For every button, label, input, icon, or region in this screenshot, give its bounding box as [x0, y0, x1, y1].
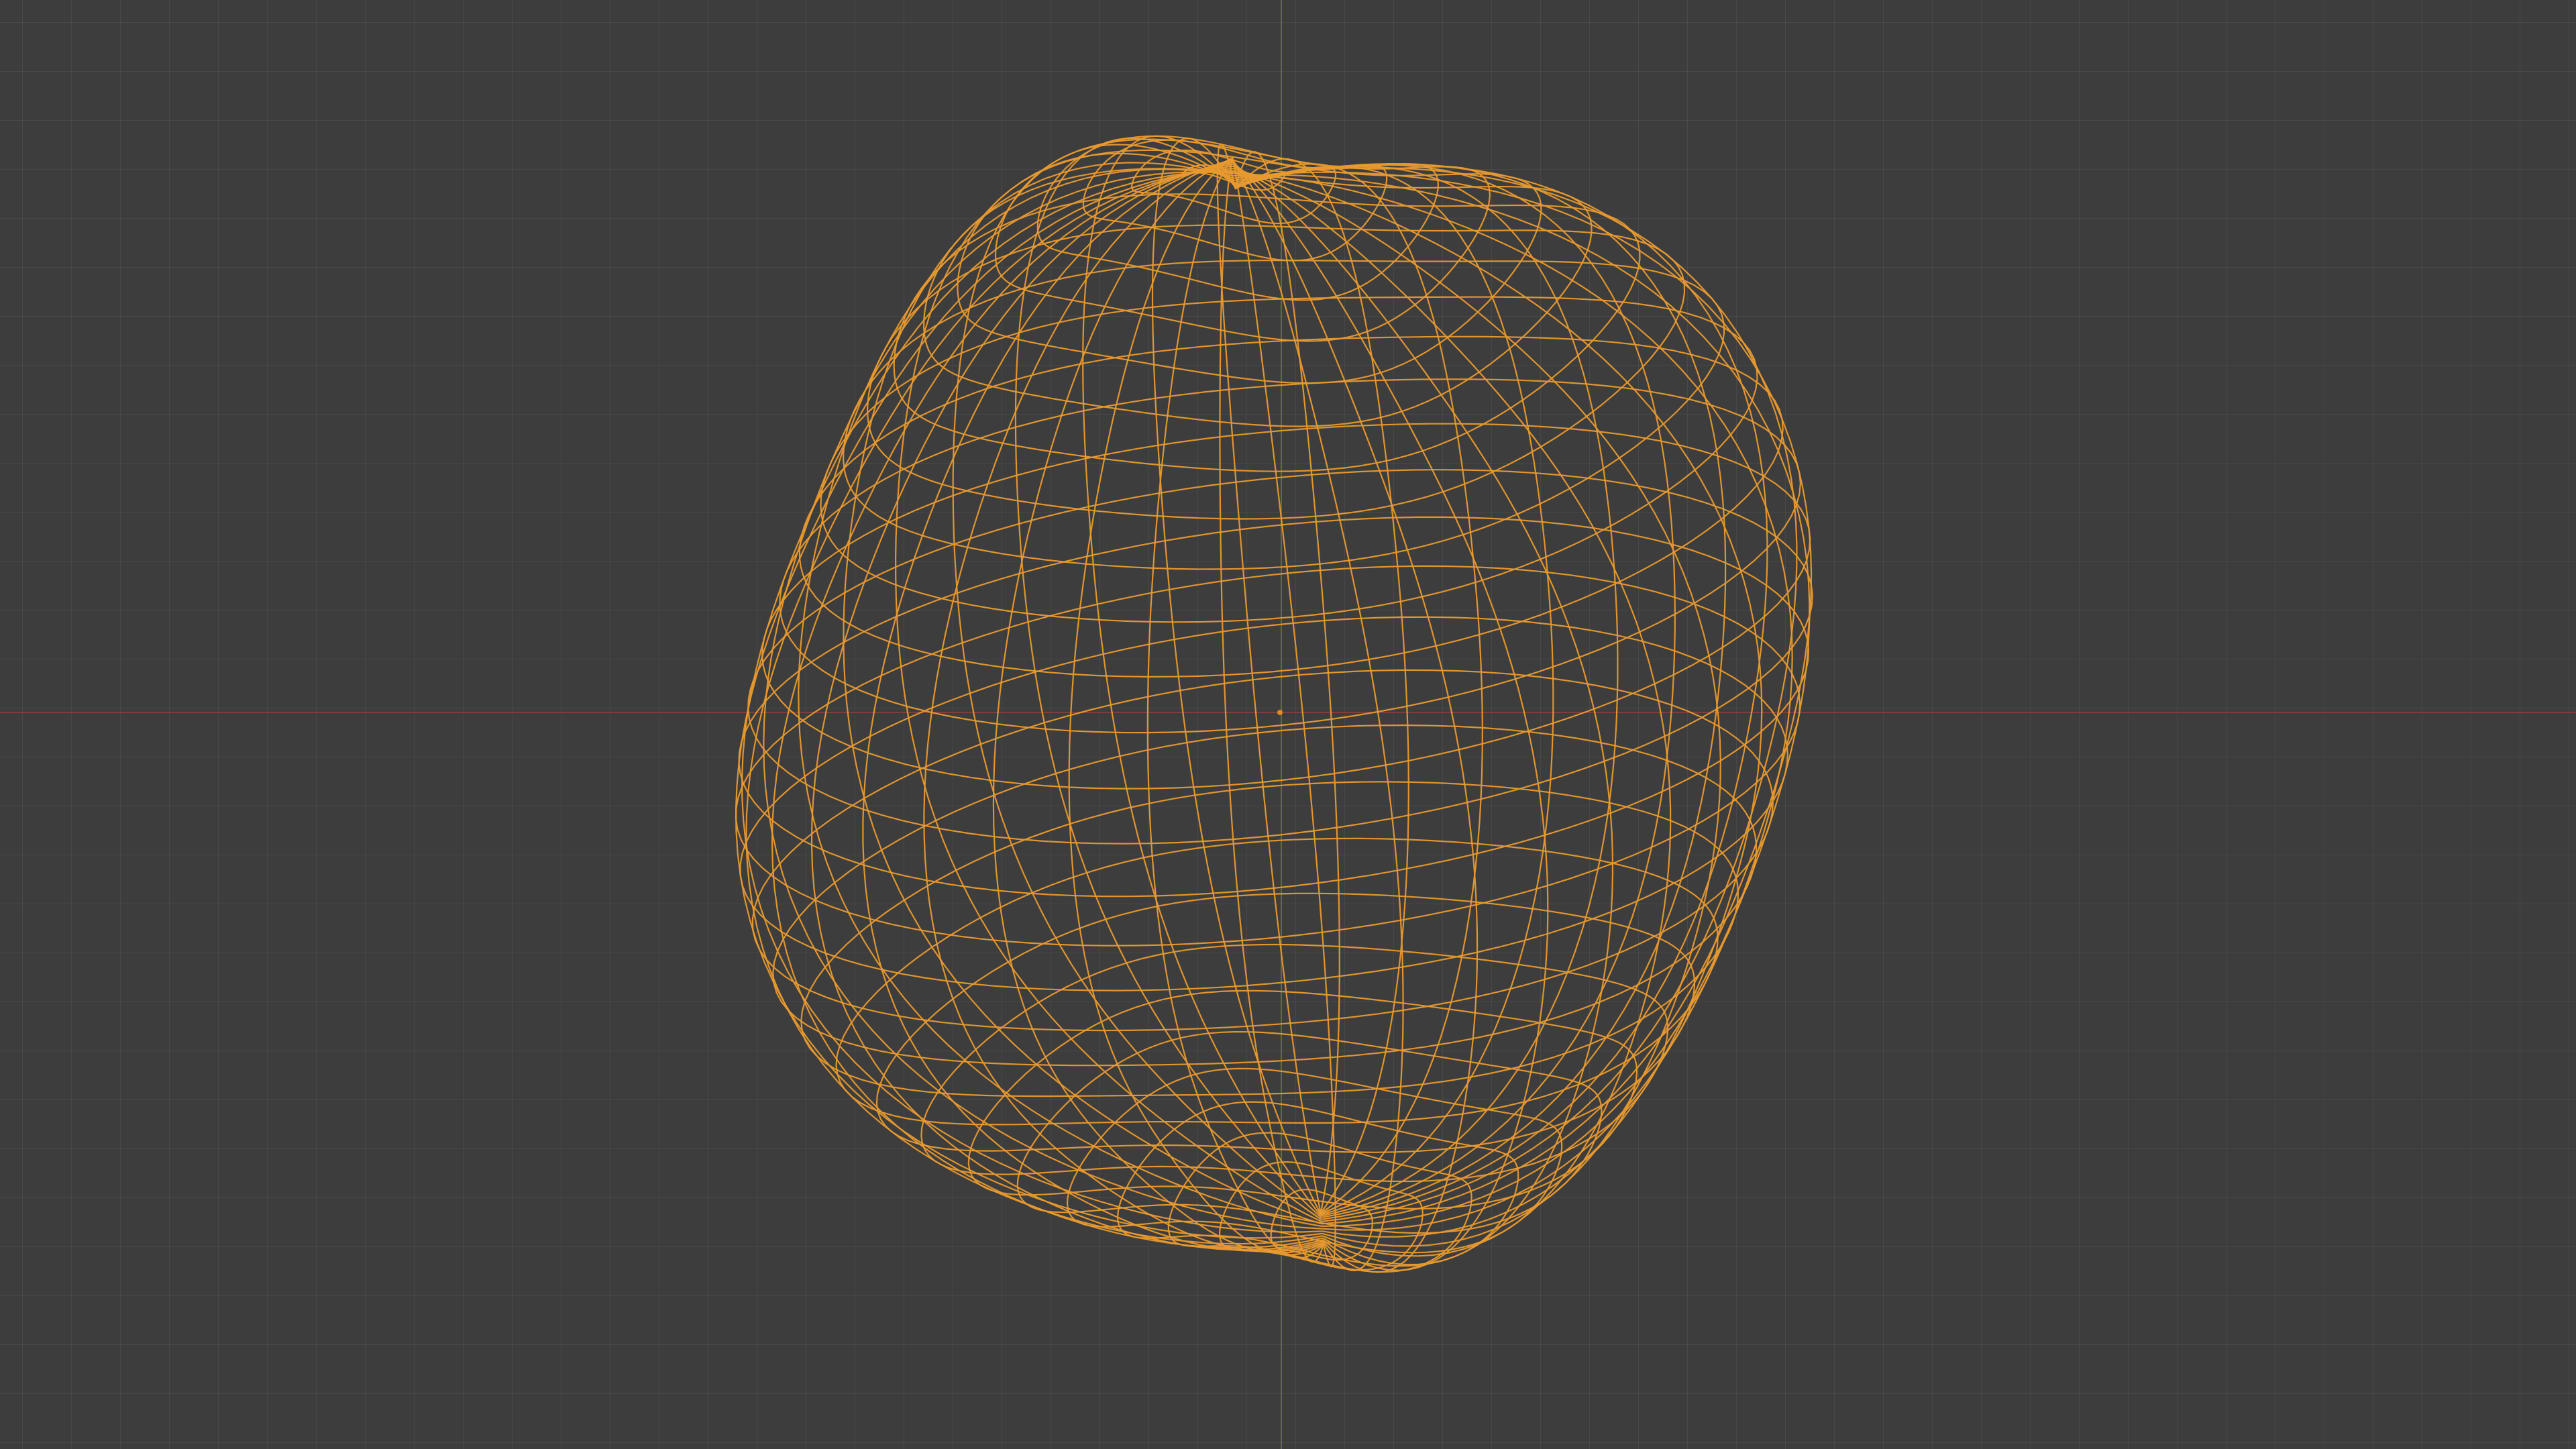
mesh-edge-loop-lon-22: [735, 168, 1323, 1239]
mesh-edge-loop-lat-13: [779, 378, 1802, 734]
wireframe-mesh[interactable]: [0, 0, 2576, 1449]
mesh-edge-loop-lon-10: [1234, 158, 1409, 1214]
mesh-edge-loop-lon-28: [992, 157, 1324, 1254]
mesh-edge-loop-lon-12: [1216, 143, 1322, 1214]
mesh-edge-loop-lat-20: [772, 724, 1758, 1067]
mesh-edge-loop-lat-15: [747, 469, 1813, 845]
mesh-edge-loop-lon-24: [771, 163, 1324, 1249]
3d-viewport[interactable]: [0, 0, 2576, 1449]
mesh-edge-loop-lon-39: [1233, 170, 1763, 1238]
mesh-edge-loop-lon-3: [1234, 166, 1798, 1222]
mesh-edge-loop-lat-14: [761, 423, 1811, 790]
object-origin-icon: [1277, 710, 1283, 715]
mesh-edge-loop-lon-0: [1234, 172, 1793, 1231]
mesh-edge-loop-lon-16: [952, 144, 1322, 1220]
mesh-edge-loop-lon-18: [843, 162, 1322, 1225]
mesh-edge-loop-lat-19: [751, 669, 1774, 1032]
mesh-edge-loop-lat-29: [1167, 1132, 1472, 1273]
mesh-edge-loop-lon-31: [1219, 157, 1324, 1263]
mesh-edge-loop-lon-32: [1232, 158, 1336, 1268]
mesh-edge-loop-lat-22: [835, 837, 1719, 1126]
mesh-edge-loop-lon-7: [1234, 165, 1619, 1216]
mesh-edge-loop-lon-8: [1234, 165, 1554, 1215]
